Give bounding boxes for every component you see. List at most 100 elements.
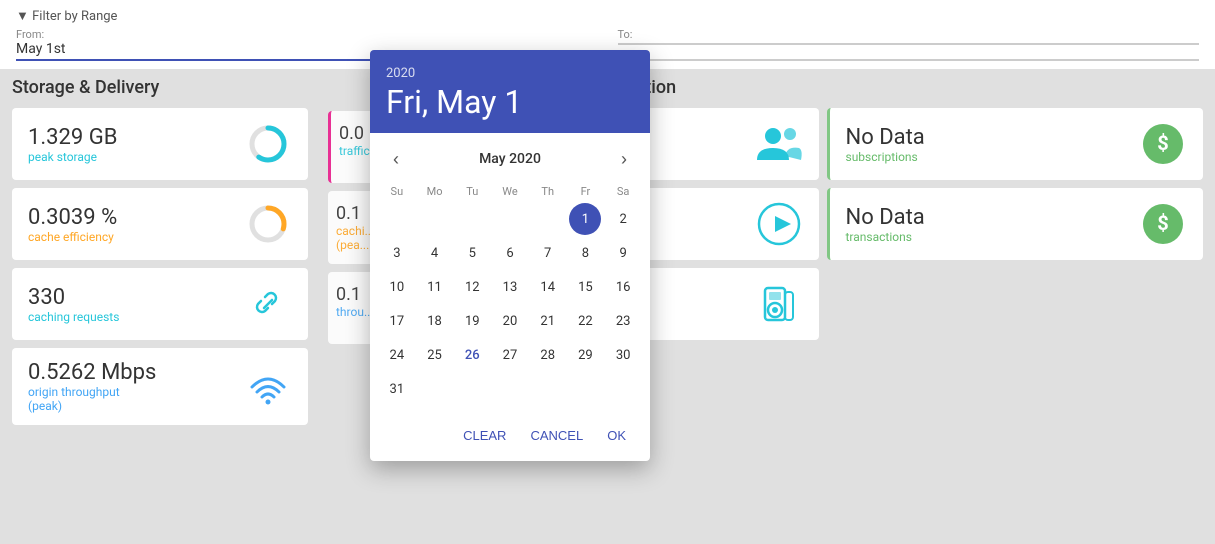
origin-throughput-icon [244,363,292,411]
day-header-mo: Mo [416,181,454,202]
cal-day-21[interactable]: 21 [532,305,564,337]
peak-storage-icon [244,120,292,168]
cal-day-25[interactable]: 25 [419,339,451,371]
cal-day-13[interactable]: 13 [494,271,526,303]
metric-card-caching-requests: 330 caching requests [12,268,308,340]
next-month-button[interactable]: › [610,145,638,173]
cal-day-11[interactable]: 11 [419,271,451,303]
cal-day-5[interactable]: 5 [456,237,488,269]
calendar-days-header: Su Mo Tu We Th Fr Sa [378,181,642,202]
video-views-icon [755,200,803,248]
calendar-grid: Su Mo Tu We Th Fr Sa 1 2 3 4 [370,181,650,406]
calendar-week-4: 17 18 19 20 21 22 23 [378,304,642,338]
cal-day-empty [456,203,488,235]
cal-day-3[interactable]: 3 [381,237,413,269]
cal-day-empty [419,373,451,405]
svg-text:$: $ [1157,211,1168,235]
day-header-we: We [491,181,529,202]
calendar-modal: 2020 Fri, May 1 ‹ May 2020 › Su Mo Tu We… [370,50,650,461]
cal-day-26[interactable]: 26 [456,339,488,371]
filter-title-text: ▼ Filter by Range [16,8,117,24]
calendar-week-2: 3 4 5 6 7 8 9 [378,236,642,270]
subscriptions-label: subscriptions [846,150,925,164]
calendar-week-1: 1 2 [378,202,642,236]
to-input-group[interactable]: To: [598,28,1200,61]
caching-requests-label: caching requests [28,310,119,324]
cal-day-22[interactable]: 22 [569,305,601,337]
cal-day-9[interactable]: 9 [607,237,639,269]
cal-day-empty [494,373,526,405]
metric-card-peak-storage: 1.329 GB peak storage [12,108,308,180]
metric-card-subscriptions: No Data subscriptions $ [827,108,1204,180]
cache-efficiency-icon [244,200,292,248]
subscriptions-icon: $ [1139,120,1187,168]
cal-day-8[interactable]: 8 [569,237,601,269]
cal-day-1[interactable]: 1 [569,203,601,235]
caching-requests-icon [244,280,292,328]
subscriptions-value: No Data [846,125,925,150]
metric-card-cache-efficiency: 0.3039 % cache efficiency [12,188,308,260]
cal-day-23[interactable]: 23 [607,305,639,337]
storage-delivery-title: Storage & Delivery [12,77,308,98]
cal-day-10[interactable]: 10 [381,271,413,303]
transactions-label: transactions [846,230,925,244]
cal-day-15[interactable]: 15 [569,271,601,303]
cal-day-4[interactable]: 4 [419,237,451,269]
cal-day-empty [419,203,451,235]
to-value[interactable] [618,41,1200,45]
cal-day-19[interactable]: 19 [456,305,488,337]
cal-day-20[interactable]: 20 [494,305,526,337]
calendar-header: 2020 Fri, May 1 [370,50,650,133]
filter-title[interactable]: ▼ Filter by Range [16,8,1199,24]
day-header-fr: Fr [567,181,605,202]
cal-day-6[interactable]: 6 [494,237,526,269]
from-label: From: [16,28,598,41]
cal-day-16[interactable]: 16 [607,271,639,303]
calendar-week-3: 10 11 12 13 14 15 16 [378,270,642,304]
cal-day-7[interactable]: 7 [532,237,564,269]
day-header-sa: Sa [604,181,642,202]
cal-day-30[interactable]: 30 [607,339,639,371]
to-label: To: [618,28,1200,41]
transactions-value: No Data [846,205,925,230]
clear-button[interactable]: CLEAR [455,422,514,449]
cache-efficiency-label: cache efficiency [28,230,117,244]
day-header-tu: Tu [453,181,491,202]
users-icon [755,120,803,168]
cal-day-empty [456,373,488,405]
metric-card-transactions: No Data transactions $ [827,188,1204,260]
cal-day-2[interactable]: 2 [607,203,639,235]
calendar-body: ‹ May 2020 › Su Mo Tu We Th Fr Sa [370,133,650,414]
transactions-icon: $ [1139,200,1187,248]
cal-day-17[interactable]: 17 [381,305,413,337]
cal-day-29[interactable]: 29 [569,339,601,371]
cal-day-18[interactable]: 18 [419,305,451,337]
cal-day-12[interactable]: 12 [456,271,488,303]
day-header-th: Th [529,181,567,202]
svg-text:$: $ [1157,131,1168,155]
cal-day-28[interactable]: 28 [532,339,564,371]
ok-button[interactable]: OK [599,422,634,449]
cal-day-14[interactable]: 14 [532,271,564,303]
calendar-nav: ‹ May 2020 › [370,141,650,177]
prev-month-button[interactable]: ‹ [382,145,410,173]
day-header-su: Su [378,181,416,202]
cancel-button[interactable]: CANCEL [522,422,591,449]
cal-day-empty [381,203,413,235]
origin-throughput-value: 0.5262 Mbps [28,360,156,385]
cal-day-empty [607,373,639,405]
cal-day-24[interactable]: 24 [381,339,413,371]
cal-day-empty [494,203,526,235]
cal-day-empty [532,373,564,405]
calendar-week-6: 31 [378,372,642,406]
calendar-week-5: 24 25 26 27 28 29 30 [378,338,642,372]
calendar-month-label: May 2020 [479,151,541,167]
ad-views-icon [755,280,803,328]
cal-day-31[interactable]: 31 [381,373,413,405]
calendar-selected-date: Fri, May 1 [386,83,634,121]
metric-card-origin-throughput: 0.5262 Mbps origin throughput(peak) [12,348,308,425]
cal-day-empty [532,203,564,235]
cal-day-empty [569,373,601,405]
caching-requests-value: 330 [28,285,119,310]
cal-day-27[interactable]: 27 [494,339,526,371]
